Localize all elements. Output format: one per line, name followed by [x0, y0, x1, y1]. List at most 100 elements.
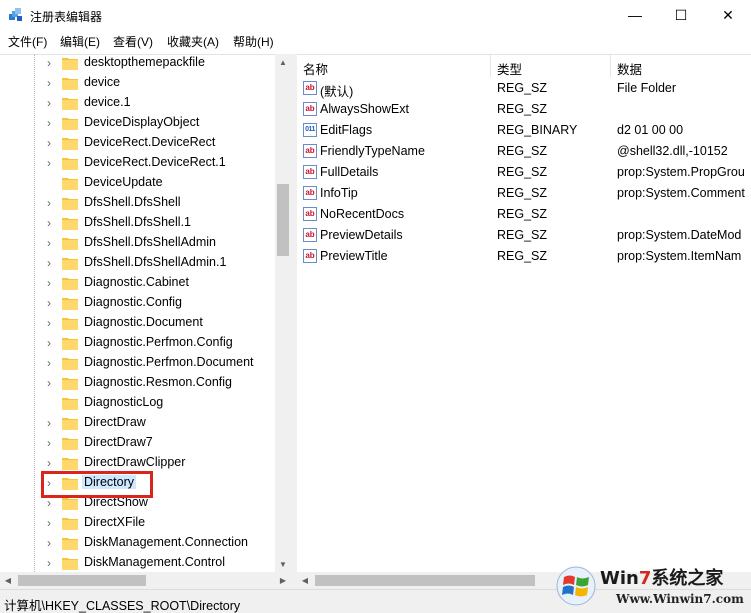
minimize-icon: — [628, 7, 642, 23]
highlight-annotation [41, 471, 153, 498]
value-row[interactable]: ab InfoTip REG_SZ prop:System.Comment [297, 183, 751, 204]
string-value-icon: ab [303, 165, 317, 179]
value-row[interactable]: 011 EditFlags REG_BINARY d2 01 00 00 [297, 120, 751, 141]
scroll-left-icon[interactable]: ◀ [0, 572, 16, 589]
tree-item-label: Diagnostic.Cabinet [84, 275, 189, 289]
column-data[interactable]: 数据 [617, 55, 751, 77]
close-button[interactable]: ✕ [705, 0, 751, 30]
expand-chevron-icon[interactable]: › [47, 117, 57, 129]
title-bar: 注册表编辑器 — ☐ ✕ [0, 0, 751, 30]
menu-favorites[interactable]: 收藏夹(A) [167, 33, 219, 50]
tree-item[interactable]: › Diagnostic.Perfmon.Document [0, 353, 275, 373]
value-row[interactable]: ab FullDetails REG_SZ prop:System.PropGrou [297, 162, 751, 183]
value-type: REG_SZ [497, 102, 548, 116]
expand-chevron-icon[interactable]: › [47, 77, 57, 89]
folder-icon [62, 398, 78, 410]
tree-item[interactable]: › Diagnostic.Document [0, 313, 275, 333]
menu-help[interactable]: 帮助(H) [233, 33, 274, 50]
folder-icon [62, 78, 78, 90]
tree-item[interactable]: › Diagnostic.Perfmon.Config [0, 333, 275, 353]
tree-item[interactable]: › Diagnostic.Resmon.Config [0, 373, 275, 393]
expand-chevron-icon[interactable]: › [47, 557, 57, 569]
column-type[interactable]: 类型 [497, 55, 611, 77]
expand-chevron-icon[interactable]: › [47, 57, 57, 69]
value-row[interactable]: ab PreviewTitle REG_SZ prop:System.ItemNam [297, 246, 751, 267]
expand-chevron-icon[interactable]: › [47, 497, 57, 509]
tree-item[interactable]: › DirectDrawClipper [0, 453, 275, 473]
tree-item[interactable]: › DeviceRect.DeviceRect [0, 133, 275, 153]
scroll-right-icon[interactable]: ▶ [275, 572, 291, 589]
tree-item[interactable]: › device.1 [0, 93, 275, 113]
scroll-down-icon[interactable]: ▼ [275, 556, 291, 572]
tree-item[interactable]: › DiskManagement.Connection [0, 533, 275, 553]
tree-item[interactable]: › Diagnostic.Cabinet [0, 273, 275, 293]
expand-chevron-icon[interactable]: › [47, 297, 57, 309]
folder-icon [62, 138, 78, 150]
expand-chevron-icon[interactable]: › [47, 537, 57, 549]
value-name: EditFlags [320, 123, 373, 137]
tree-hscroll-thumb[interactable] [18, 575, 146, 586]
tree-item[interactable]: › DirectDraw [0, 413, 275, 433]
tree-item[interactable]: › DiskManagement.Control [0, 553, 275, 572]
tree-item-label: DirectXFile [84, 515, 146, 529]
watermark-url: Www.Winwin7.com [616, 592, 744, 606]
expand-chevron-icon[interactable]: › [47, 257, 57, 269]
expand-chevron-icon[interactable]: › [47, 217, 57, 229]
tree-item[interactable]: DiagnosticLog [0, 393, 275, 413]
value-row[interactable]: ab AlwaysShowExt REG_SZ [297, 99, 751, 120]
tree-item-label: DirectDraw [84, 415, 146, 429]
status-path: 计算机\HKEY_CLASSES_ROOT\Directory [4, 599, 241, 613]
value-row[interactable]: ab PreviewDetails REG_SZ prop:System.DateMo… [297, 225, 751, 246]
menu-file[interactable]: 文件(F) [8, 33, 47, 50]
tree-horizontal-scrollbar[interactable]: ◀ ▶ [0, 572, 291, 589]
expand-chevron-icon[interactable]: › [47, 457, 57, 469]
tree-item[interactable]: DeviceUpdate [0, 173, 275, 193]
tree-item[interactable]: › DeviceRect.DeviceRect.1 [0, 153, 275, 173]
value-row[interactable]: ab FriendlyTypeName REG_SZ @shell32.dll,-10… [297, 141, 751, 162]
tree-item[interactable]: › DirectDraw7 [0, 433, 275, 453]
expand-chevron-icon[interactable]: › [47, 357, 57, 369]
expand-chevron-icon[interactable]: › [47, 317, 57, 329]
tree-item-label: Diagnostic.Resmon.Config [84, 375, 232, 389]
tree-item-label: Diagnostic.Document [84, 315, 203, 329]
tree-item-label: Diagnostic.Config [84, 295, 182, 309]
value-row[interactable]: ab NoRecentDocs REG_SZ [297, 204, 751, 225]
values-hscroll-thumb[interactable] [315, 575, 535, 586]
tree-item[interactable]: › DfsShell.DfsShellAdmin [0, 233, 275, 253]
tree-item[interactable]: › DfsShell.DfsShellAdmin.1 [0, 253, 275, 273]
menu-view[interactable]: 查看(V) [113, 33, 153, 50]
column-name[interactable]: 名称 [303, 55, 491, 77]
menu-edit[interactable]: 编辑(E) [60, 33, 100, 50]
folder-icon [62, 178, 78, 190]
tree-item[interactable]: › DeviceDisplayObject [0, 113, 275, 133]
tree-item[interactable]: › DirectXFile [0, 513, 275, 533]
minimize-button[interactable]: — [612, 0, 658, 30]
scroll-left-icon[interactable]: ◀ [297, 572, 313, 589]
tree-item[interactable]: › DfsShell.DfsShell [0, 193, 275, 213]
tree-item[interactable]: › Diagnostic.Config [0, 293, 275, 313]
expand-chevron-icon[interactable]: › [47, 337, 57, 349]
expand-chevron-icon[interactable]: › [47, 437, 57, 449]
tree-item[interactable]: › device [0, 73, 275, 93]
values-list[interactable]: 名称 类型 数据 ab (默认) REG_SZ File Folder ab Always… [297, 54, 751, 572]
expand-chevron-icon[interactable]: › [47, 157, 57, 169]
tree-item[interactable]: › desktopthemepackfile [0, 55, 275, 73]
expand-chevron-icon[interactable]: › [47, 417, 57, 429]
folder-icon [62, 258, 78, 270]
expand-chevron-icon[interactable]: › [47, 277, 57, 289]
tree-item[interactable]: › DfsShell.DfsShell.1 [0, 213, 275, 233]
folder-icon [62, 278, 78, 290]
tree-vertical-scrollbar[interactable]: ▲ ▼ [275, 54, 291, 572]
expand-chevron-icon[interactable]: › [47, 137, 57, 149]
expand-chevron-icon[interactable]: › [47, 197, 57, 209]
expand-chevron-icon[interactable]: › [47, 97, 57, 109]
tree-scroll-thumb[interactable] [277, 184, 289, 256]
expand-chevron-icon[interactable]: › [47, 237, 57, 249]
expand-chevron-icon[interactable]: › [47, 517, 57, 529]
expand-chevron-icon[interactable]: › [47, 377, 57, 389]
scroll-up-icon[interactable]: ▲ [275, 54, 291, 70]
value-row[interactable]: ab (默认) REG_SZ File Folder [297, 78, 751, 99]
value-data: @shell32.dll,-10152 [617, 144, 728, 158]
maximize-button[interactable]: ☐ [658, 0, 704, 30]
string-value-icon: ab [303, 102, 317, 116]
